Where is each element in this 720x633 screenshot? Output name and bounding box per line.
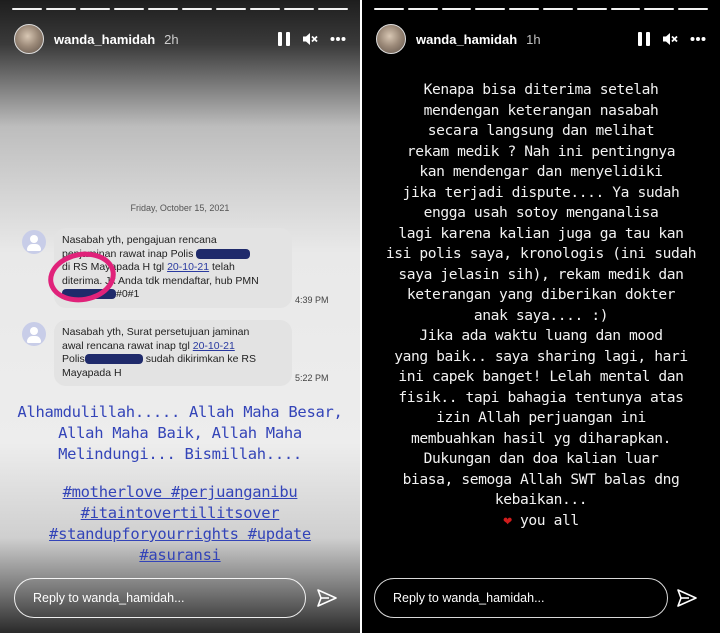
reply-input[interactable]: Reply to wanda_hamidah... (374, 578, 668, 618)
send-icon[interactable] (316, 587, 338, 613)
sms-sender-avatar (22, 230, 46, 254)
redaction (196, 248, 251, 259)
story-progress-bar (374, 8, 708, 10)
pause-icon[interactable] (638, 32, 650, 46)
sms-date: Friday, October 15, 2021 (130, 203, 230, 213)
sms-sender-avatar (22, 322, 46, 346)
hashtag-line[interactable]: #itaintovertillitsover (0, 503, 360, 524)
story-controls (278, 31, 346, 47)
hashtag-line[interactable]: #motherlove #perjuanganibu (0, 482, 360, 503)
username[interactable]: wanda_hamidah (416, 32, 517, 47)
story-progress-bar (12, 8, 348, 10)
story-header: wanda_hamidah 1h (376, 22, 706, 56)
date-link[interactable]: 20-10-21 (193, 340, 235, 352)
story-header: wanda_hamidah 2h (14, 22, 346, 56)
reply-input[interactable]: Reply to wanda_hamidah... (14, 578, 306, 618)
pause-icon[interactable] (278, 32, 290, 46)
mute-icon[interactable] (662, 31, 678, 47)
redaction (84, 354, 143, 365)
username[interactable]: wanda_hamidah (54, 32, 155, 47)
heart-icon: ❤ (503, 511, 512, 529)
hashtag-line[interactable]: #standupforyourrights #update (0, 524, 360, 545)
story-hashtags: #motherlove #perjuanganibu #itaintoverti… (0, 482, 360, 566)
hashtag-line[interactable]: #asuransi (0, 545, 360, 566)
date-link[interactable]: 20-10-21 (167, 261, 209, 273)
more-icon[interactable] (330, 36, 346, 42)
avatar[interactable] (14, 24, 44, 54)
closing-line: ❤ you all (503, 511, 579, 529)
story-left[interactable]: wanda_hamidah 2h Friday, October 15, 202… (0, 0, 360, 633)
more-icon[interactable] (690, 36, 706, 42)
sms-bubble-2: Nasabah yth, Surat persetujuan jaminan a… (54, 320, 292, 386)
send-icon[interactable] (676, 587, 698, 613)
story-text: Kenapa bisa diterima setelah mendengan k… (362, 80, 720, 531)
story-right[interactable]: wanda_hamidah 1h Kenapa bisa diterima se… (362, 0, 720, 633)
sms-time-2: 5:22 PM (295, 373, 329, 383)
sms-time-1: 4:39 PM (295, 295, 329, 305)
story-controls (638, 31, 706, 47)
avatar[interactable] (376, 24, 406, 54)
mute-icon[interactable] (302, 31, 318, 47)
post-time: 1h (526, 31, 541, 47)
story-caption: Alhamdulillah..... Allah Maha Besar, All… (17, 403, 343, 463)
post-time: 2h (164, 31, 179, 47)
